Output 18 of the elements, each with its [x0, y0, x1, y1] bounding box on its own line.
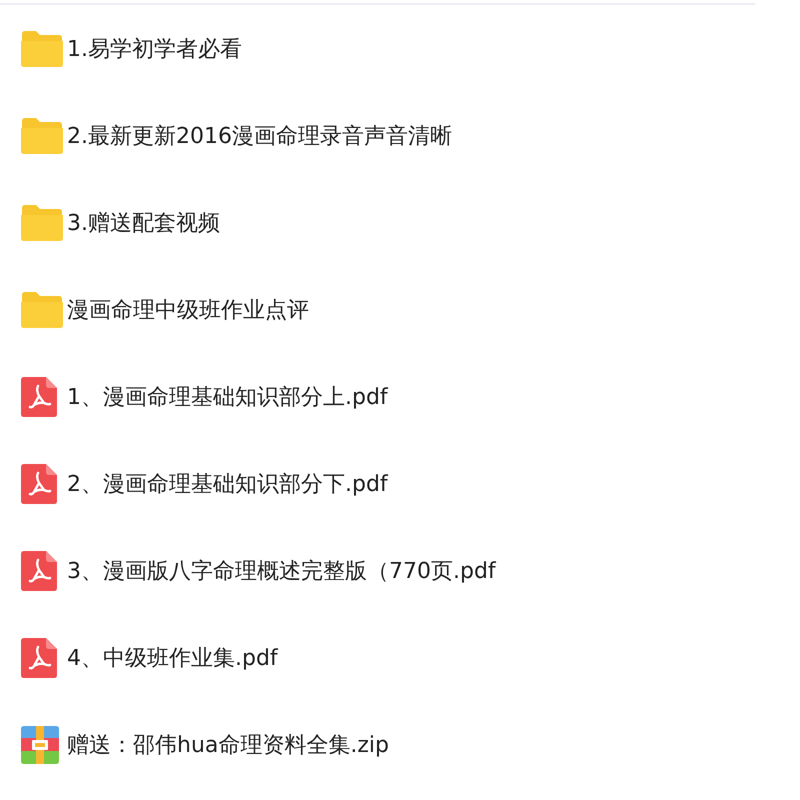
- folder-icon: [20, 290, 64, 328]
- file-name[interactable]: 赠送：邵伟hua命理资料全集.zip: [67, 730, 389, 760]
- archive-icon: [20, 724, 60, 764]
- file-name[interactable]: 4、中级班作业集.pdf: [67, 642, 278, 672]
- file-name[interactable]: 1、漫画命理基础知识部分上.pdf: [67, 382, 388, 412]
- folder-icon: [20, 116, 64, 154]
- file-name[interactable]: 1.易学初学者必看: [67, 34, 242, 64]
- folder-icon: [20, 30, 64, 68]
- folder-icon: [20, 204, 64, 242]
- file-name[interactable]: 3、漫画版八字命理概述完整版（770页.pdf: [67, 556, 496, 586]
- file-name[interactable]: 3.赠送配套视频: [67, 208, 220, 238]
- file-name[interactable]: 2.最新更新2016漫画命理录音声音清晰: [67, 120, 452, 150]
- pdf-icon: [20, 376, 58, 418]
- pdf-icon: [20, 462, 58, 504]
- file-name[interactable]: 2、漫画命理基础知识部分下.pdf: [67, 468, 388, 498]
- pdf-icon: [20, 550, 58, 592]
- file-name[interactable]: 漫画命理中级班作业点评: [67, 294, 309, 324]
- pdf-icon: [20, 636, 58, 678]
